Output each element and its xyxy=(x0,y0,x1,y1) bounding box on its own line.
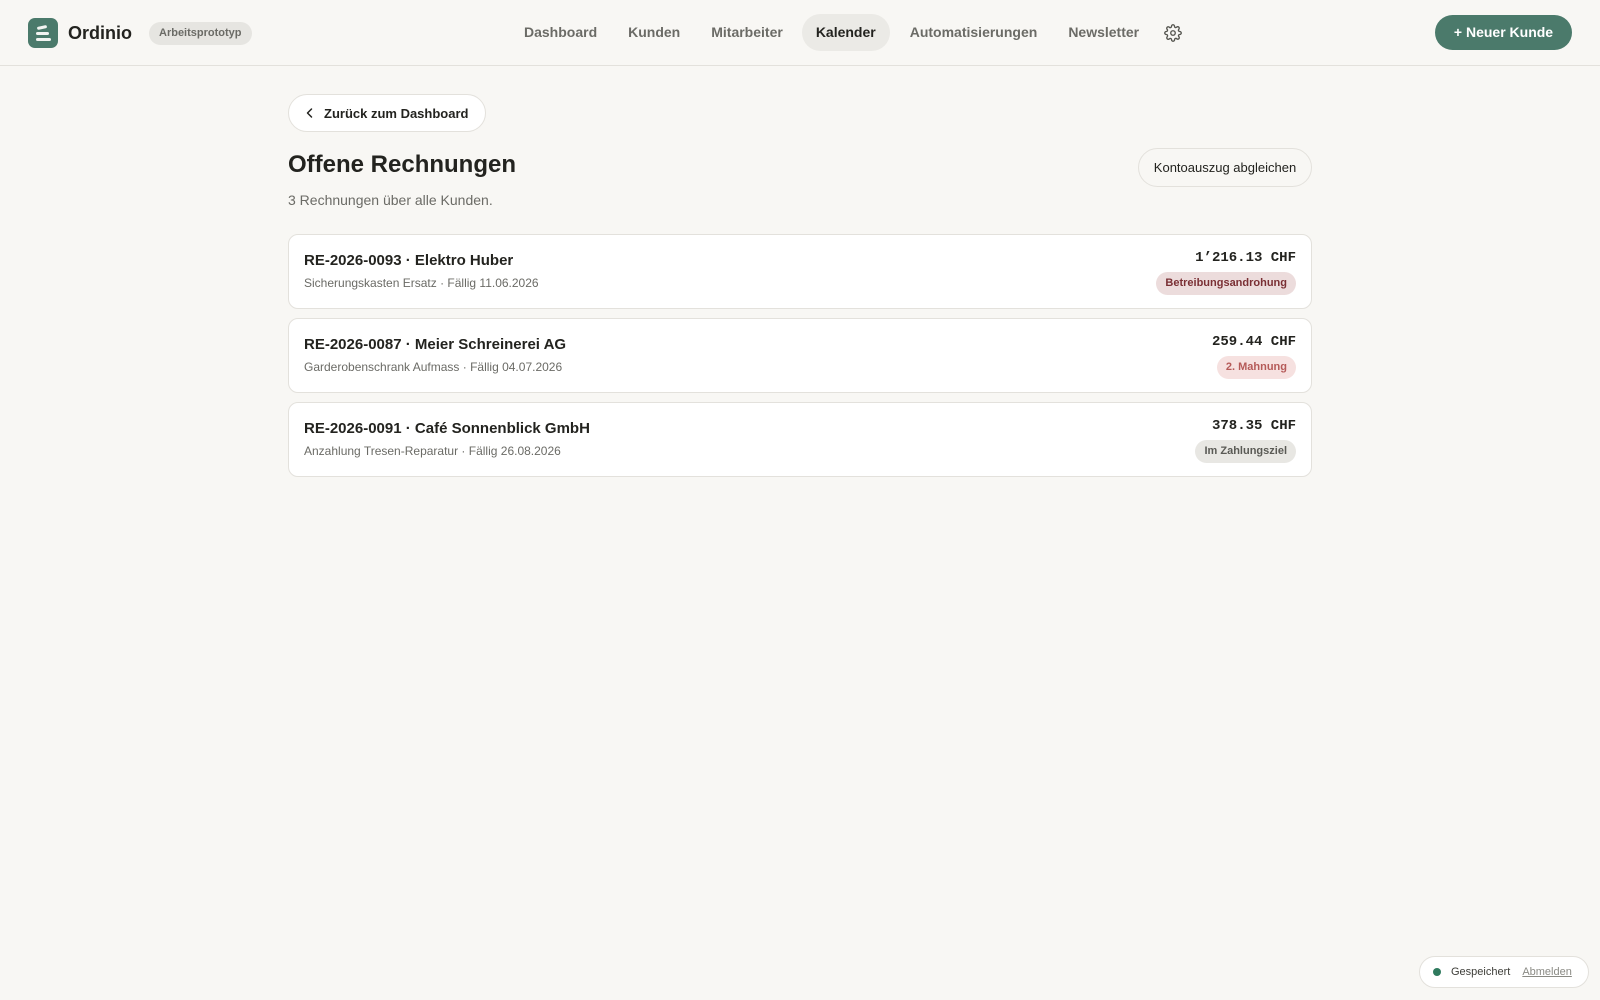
reconcile-statement-button[interactable]: Kontoauszug abgleichen xyxy=(1138,148,1312,187)
invoice-title: RE-2026-0091 · Café Sonnenblick GmbH xyxy=(304,420,590,437)
invoice-details: Garderobenschrank Aufmass · Fällig 04.07… xyxy=(304,360,563,374)
nav-item-newsletter[interactable]: Newsletter xyxy=(1052,14,1155,51)
back-button-label: Zurück zum Dashboard xyxy=(324,105,469,121)
back-to-dashboard-button[interactable]: Zurück zum Dashboard xyxy=(288,94,486,132)
new-customer-button[interactable]: + Neuer Kunde xyxy=(1435,15,1572,50)
save-status-indicator: Gespeichert Abmelden xyxy=(1419,956,1589,988)
invoice-title: RE-2026-0093 · Elektro Huber xyxy=(304,252,514,269)
invoice-list: RE-2026-0093 · Elektro Huber Sicherungsk… xyxy=(288,234,1312,486)
ordinio-logo-icon xyxy=(28,18,58,48)
chevron-left-icon xyxy=(304,107,316,119)
saved-label: Gespeichert xyxy=(1451,966,1511,978)
nav-item-kalender[interactable]: Kalender xyxy=(801,14,890,51)
app-name: Ordinio xyxy=(68,22,132,43)
status-badge: Betreibungsandrohung xyxy=(1156,272,1296,295)
invoice-title: RE-2026-0087 · Meier Schreinerei AG xyxy=(304,336,567,353)
brand[interactable]: Ordinio Arbeitsprototyp xyxy=(28,18,252,48)
page-subtitle: 3 Rechnungen über alle Kunden. xyxy=(288,192,493,208)
logout-link[interactable]: Abmelden xyxy=(1522,966,1572,978)
invoice-card[interactable]: RE-2026-0093 · Elektro Huber Sicherungsk… xyxy=(288,234,1312,309)
invoice-amount: 259.44 CHF xyxy=(1211,334,1296,350)
page-title: Offene Rechnungen xyxy=(288,151,517,178)
status-badge: Im Zahlungsziel xyxy=(1195,440,1296,463)
saved-status-dot xyxy=(1433,968,1441,976)
gear-icon[interactable] xyxy=(1156,16,1190,50)
top-bar: Ordinio Arbeitsprototyp Dashboard Kunden… xyxy=(0,0,1600,66)
nav-item-mitarbeiter[interactable]: Mitarbeiter xyxy=(695,14,799,51)
invoice-card[interactable]: RE-2026-0087 · Meier Schreinerei AG Gard… xyxy=(288,318,1312,393)
invoice-amount: 1’216.13 CHF xyxy=(1195,250,1296,266)
invoice-details: Sicherungskasten Ersatz · Fällig 11.06.2… xyxy=(304,276,539,290)
nav-item-kunden[interactable]: Kunden xyxy=(612,14,696,51)
prototype-badge: Arbeitsprototyp xyxy=(149,21,252,45)
nav-item-dashboard[interactable]: Dashboard xyxy=(508,14,613,51)
nav-item-automatisierungen[interactable]: Automatisierungen xyxy=(894,14,1054,51)
invoice-amount: 378.35 CHF xyxy=(1211,418,1296,434)
status-badge: 2. Mahnung xyxy=(1216,356,1296,379)
invoice-details: Anzahlung Tresen-Reparatur · Fällig 26.0… xyxy=(304,444,561,458)
invoice-card[interactable]: RE-2026-0091 · Café Sonnenblick GmbH Anz… xyxy=(288,402,1312,477)
main-nav: Dashboard Kunden Mitarbeiter Kalender Au… xyxy=(508,14,1190,51)
